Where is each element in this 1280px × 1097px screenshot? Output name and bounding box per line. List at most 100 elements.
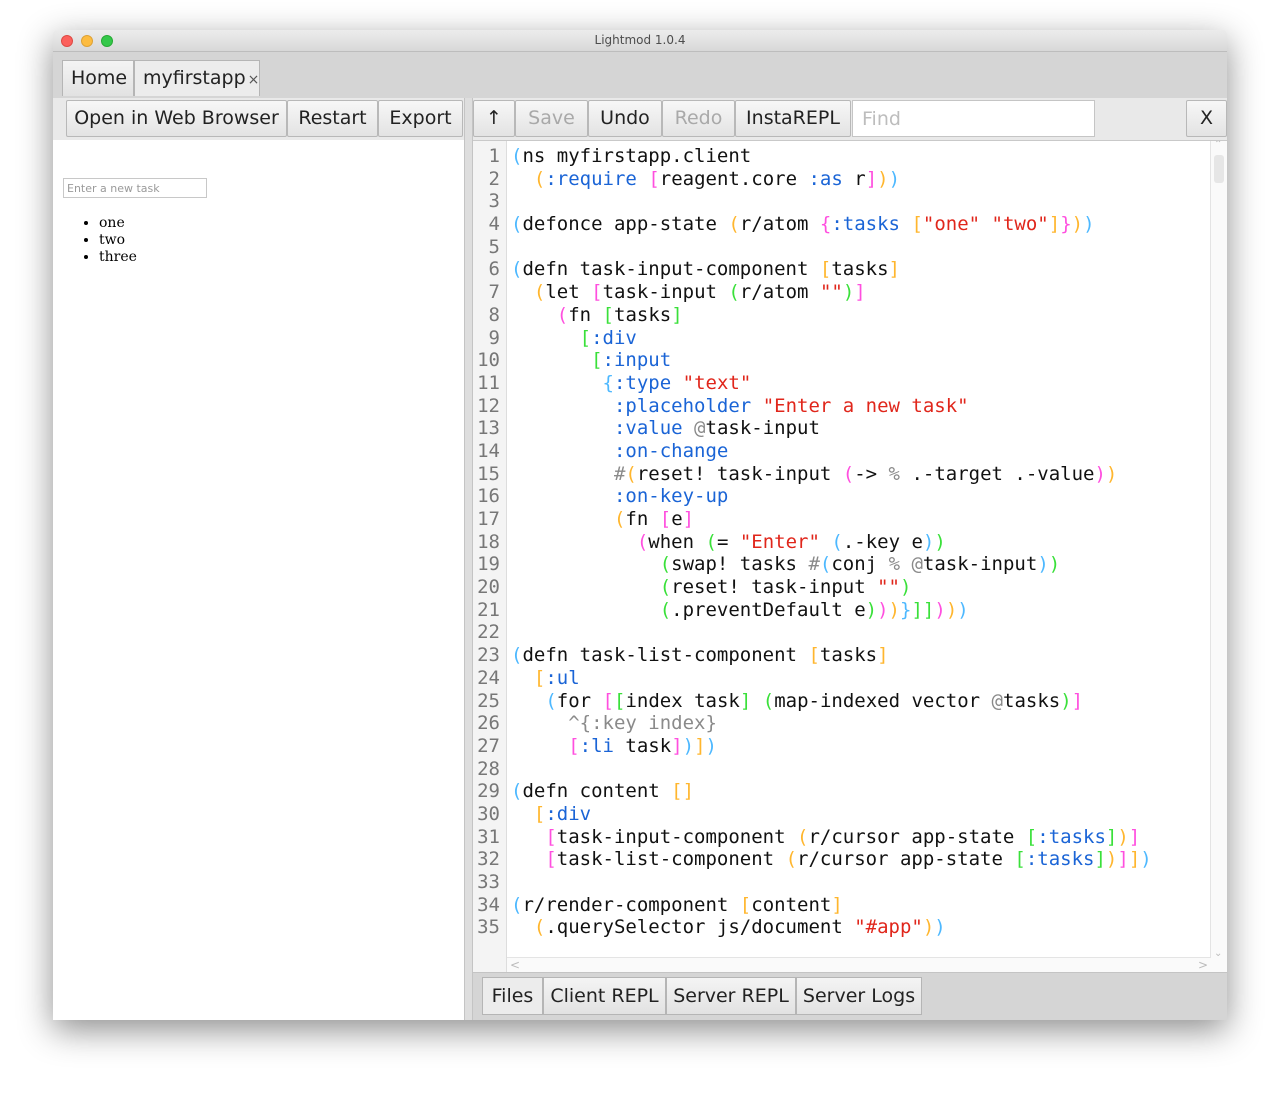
- code-line[interactable]: 7 (let [task-input (r/atom "")]: [473, 281, 1193, 304]
- code-text[interactable]: :placeholder "Enter a new task": [511, 395, 969, 418]
- tab-server-logs[interactable]: Server Logs: [796, 977, 922, 1015]
- code-line[interactable]: 20 (reset! task-input ""): [473, 576, 1193, 599]
- code-line[interactable]: 6 (defn task-input-component [tasks]: [473, 258, 1193, 281]
- code-text[interactable]: (reset! task-input ""): [511, 576, 912, 599]
- code-line[interactable]: 4 (defonce app-state (r/atom {:tasks ["on…: [473, 213, 1193, 236]
- code-line[interactable]: 16 :on-key-up: [473, 485, 1193, 508]
- code-line[interactable]: 34 (r/render-component [content]: [473, 894, 1193, 917]
- code-text[interactable]: {:type "text": [511, 372, 752, 395]
- code-text[interactable]: (defn task-input-component [tasks]: [511, 258, 900, 281]
- tab-files[interactable]: Files: [482, 977, 543, 1015]
- line-number: 4: [488, 213, 500, 236]
- pane-splitter[interactable]: [464, 98, 473, 1020]
- code-text[interactable]: [task-list-component (r/cursor app-state…: [511, 848, 1151, 871]
- code-text[interactable]: #(reset! task-input (-> % .-target .-val…: [511, 463, 1117, 486]
- scroll-up-icon[interactable]: ⌃: [1214, 141, 1222, 150]
- code-text[interactable]: (defn content []: [511, 780, 694, 803]
- code-line[interactable]: 13 :value @task-input: [473, 417, 1193, 440]
- tab-myfirstapp[interactable]: myfirstapp ×: [134, 60, 260, 96]
- scroll-right-icon[interactable]: >: [1198, 958, 1208, 972]
- code-text[interactable]: (for [[index task] (map-indexed vector @…: [511, 690, 1083, 713]
- code-text[interactable]: (defn task-list-component [tasks]: [511, 644, 889, 667]
- code-line[interactable]: 15 #(reset! task-input (-> % .-target .-…: [473, 463, 1193, 486]
- tab-client-repl[interactable]: Client REPL: [543, 977, 666, 1015]
- code-text[interactable]: (ns myfirstapp.client: [511, 145, 751, 168]
- code-text[interactable]: (r/render-component [content]: [511, 894, 843, 917]
- tab-server-repl[interactable]: Server REPL: [666, 977, 796, 1015]
- line-number: 23: [477, 644, 500, 667]
- scroll-left-icon[interactable]: <: [510, 958, 520, 972]
- line-number: 29: [477, 780, 500, 803]
- code-text[interactable]: :on-key-up: [511, 485, 728, 508]
- save-button[interactable]: Save: [515, 100, 588, 137]
- horizontal-scrollbar[interactable]: < >: [507, 957, 1211, 973]
- code-text[interactable]: ^{:key index}: [511, 712, 717, 735]
- code-line[interactable]: 26 ^{:key index}: [473, 712, 1193, 735]
- code-text[interactable]: (let [task-input (r/atom "")]: [511, 281, 866, 304]
- restart-button[interactable]: Restart: [287, 100, 378, 137]
- code-line[interactable]: 14 :on-change: [473, 440, 1193, 463]
- code-line[interactable]: 28: [473, 758, 1193, 781]
- instarepl-button[interactable]: InstaREPL: [735, 100, 851, 137]
- code-line[interactable]: 23 (defn task-list-component [tasks]: [473, 644, 1193, 667]
- code-line[interactable]: 5: [473, 236, 1193, 259]
- code-text[interactable]: (.preventDefault e)))}]]))): [511, 599, 969, 622]
- code-text[interactable]: :on-change: [511, 440, 728, 463]
- code-area[interactable]: 1 (ns myfirstapp.client 2 (:require [reage…: [473, 145, 1193, 939]
- code-line[interactable]: 22: [473, 621, 1193, 644]
- code-line[interactable]: 17 (fn [e]: [473, 508, 1193, 531]
- code-text[interactable]: (.querySelector js/document "#app")): [511, 916, 946, 939]
- code-text[interactable]: (fn [tasks]: [511, 304, 683, 327]
- code-line[interactable]: 10 [:input: [473, 349, 1193, 372]
- up-arrow-button[interactable]: ↑: [473, 100, 515, 137]
- code-text[interactable]: [:li task])]): [511, 735, 717, 758]
- code-editor[interactable]: 1 (ns myfirstapp.client 2 (:require [reage…: [473, 140, 1227, 973]
- code-line[interactable]: 30 [:div: [473, 803, 1193, 826]
- code-line[interactable]: 35 (.querySelector js/document "#app")): [473, 916, 1193, 939]
- code-line[interactable]: 25 (for [[index task] (map-indexed vecto…: [473, 690, 1193, 713]
- code-text[interactable]: [:input: [511, 349, 671, 372]
- code-line[interactable]: 1 (ns myfirstapp.client: [473, 145, 1193, 168]
- code-line[interactable]: 18 (when (= "Enter" (.-key e)): [473, 531, 1193, 554]
- code-text[interactable]: [:div: [511, 803, 591, 826]
- tab-home[interactable]: Home: [62, 60, 134, 96]
- line-number: 30: [477, 802, 500, 825]
- code-line[interactable]: 31 [task-input-component (r/cursor app-s…: [473, 826, 1193, 849]
- code-line[interactable]: 12 :placeholder "Enter a new task": [473, 395, 1193, 418]
- find-input[interactable]: [852, 100, 1095, 137]
- undo-button[interactable]: Undo: [588, 100, 662, 137]
- code-line[interactable]: 9 [:div: [473, 327, 1193, 350]
- code-text[interactable]: [:div: [511, 327, 637, 350]
- new-task-input[interactable]: [63, 178, 207, 198]
- code-line[interactable]: 32 [task-list-component (r/cursor app-st…: [473, 848, 1193, 871]
- code-line[interactable]: 21 (.preventDefault e)))}]]))): [473, 599, 1193, 622]
- code-text[interactable]: (when (= "Enter" (.-key e)): [511, 531, 946, 554]
- export-button[interactable]: Export: [378, 100, 463, 137]
- open-in-web-browser-button[interactable]: Open in Web Browser: [66, 100, 287, 137]
- code-line[interactable]: 27 [:li task])]): [473, 735, 1193, 758]
- code-line[interactable]: 29 (defn content []: [473, 780, 1193, 803]
- close-tab-icon[interactable]: ×: [248, 72, 260, 88]
- code-line[interactable]: 2 (:require [reagent.core :as r])): [473, 168, 1193, 191]
- code-line[interactable]: 11 {:type "text": [473, 372, 1193, 395]
- code-text[interactable]: (fn [e]: [511, 508, 694, 531]
- code-line[interactable]: 8 (fn [tasks]: [473, 304, 1193, 327]
- code-text[interactable]: (:require [reagent.core :as r])): [511, 168, 900, 191]
- vertical-scroll-thumb[interactable]: [1214, 155, 1224, 183]
- code-line[interactable]: 24 [:ul: [473, 667, 1193, 690]
- code-line[interactable]: 33: [473, 871, 1193, 894]
- line-number: 28: [477, 757, 500, 780]
- scroll-down-icon[interactable]: ⌄: [1214, 948, 1222, 959]
- code-text[interactable]: [:ul: [511, 667, 580, 690]
- code-text[interactable]: (defonce app-state (r/atom {:tasks ["one…: [511, 213, 1095, 236]
- code-line[interactable]: 19 (swap! tasks #(conj % @task-input)): [473, 553, 1193, 576]
- vertical-scrollbar[interactable]: ⌃ ⌄: [1210, 141, 1227, 973]
- redo-button[interactable]: Redo: [662, 100, 735, 137]
- code-text[interactable]: (swap! tasks #(conj % @task-input)): [511, 553, 1061, 576]
- line-number: 35: [477, 916, 500, 939]
- code-text[interactable]: [task-input-component (r/cursor app-stat…: [511, 826, 1140, 849]
- window-title: Lightmod 1.0.4: [594, 33, 686, 47]
- code-line[interactable]: 3: [473, 190, 1193, 213]
- close-editor-button[interactable]: X: [1186, 100, 1227, 137]
- code-text[interactable]: :value @task-input: [511, 417, 820, 440]
